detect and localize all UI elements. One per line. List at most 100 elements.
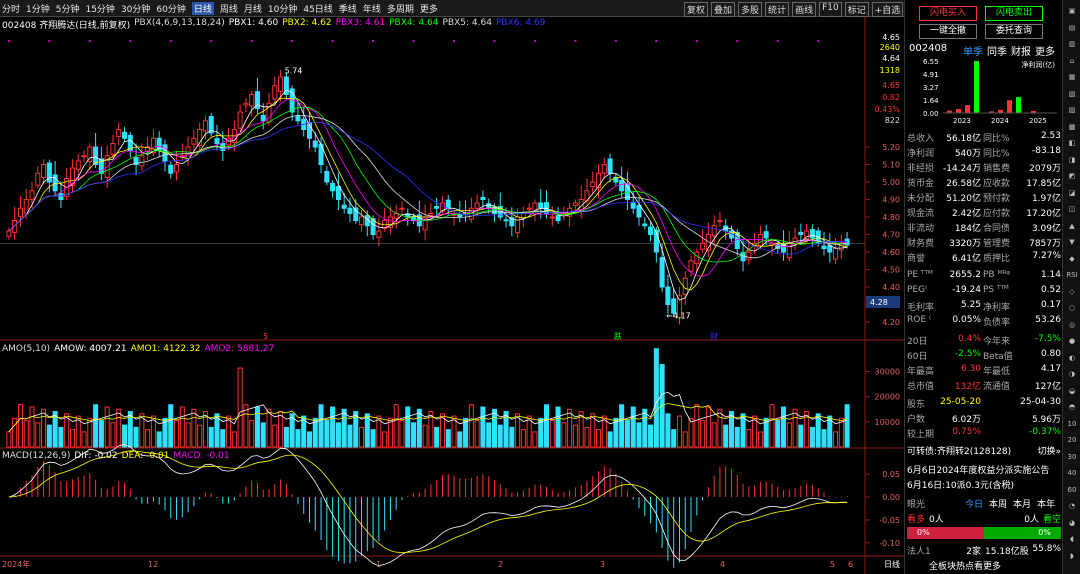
amo-bar bbox=[434, 426, 440, 448]
side-tool-31[interactable]: ◕ bbox=[1065, 516, 1079, 530]
side-tool-27[interactable]: 30 bbox=[1065, 450, 1079, 464]
period-tab-1[interactable]: 1分钟 bbox=[26, 2, 50, 15]
cancel-all-button[interactable]: 一键全撤 bbox=[919, 24, 977, 39]
side-tool-11[interactable]: ◪ bbox=[1065, 186, 1079, 200]
side-tool-0[interactable]: ▣ bbox=[1065, 4, 1079, 18]
vote-bull-label[interactable]: 看多 bbox=[907, 512, 925, 525]
side-tool-24[interactable]: ◓ bbox=[1065, 400, 1079, 414]
fin-tab-1[interactable]: 同季 bbox=[987, 43, 1007, 58]
period-tab-5[interactable]: 60分钟 bbox=[156, 2, 185, 15]
candle-body bbox=[809, 229, 815, 239]
candle-body bbox=[17, 207, 23, 217]
side-tool-33[interactable]: ◗ bbox=[1065, 549, 1079, 563]
amo-bar bbox=[41, 408, 47, 448]
period-tab-6[interactable]: 日线 bbox=[191, 1, 214, 15]
hot-sector-link[interactable]: 全板块热点看更多 bbox=[929, 559, 1001, 572]
fin-row-3-cell-2: 应收款 bbox=[983, 179, 1011, 189]
candle-body bbox=[214, 138, 220, 144]
candle-body bbox=[324, 171, 330, 183]
pbx-label: PBX(4,6,9,13,18,24) bbox=[134, 18, 225, 28]
lens-tab-1[interactable]: 本周 bbox=[989, 497, 1007, 510]
chart-area[interactable]: 5.205.105.004.904.804.704.604.504.404.30… bbox=[0, 17, 904, 574]
fin-tab-0[interactable]: 单季 bbox=[963, 43, 983, 58]
order-query-button[interactable]: 委托查询 bbox=[985, 24, 1043, 39]
tool-button-7[interactable]: +自选 bbox=[871, 2, 904, 17]
lens-tab-0[interactable]: 今日 bbox=[965, 497, 983, 510]
period-tab-12[interactable]: 年线 bbox=[363, 2, 381, 15]
side-tool-15[interactable]: ◆ bbox=[1065, 252, 1079, 266]
period-tab-2[interactable]: 5分钟 bbox=[56, 2, 80, 15]
tool-button-4[interactable]: 画线 bbox=[792, 2, 817, 17]
tool-button-0[interactable]: 复权 bbox=[684, 2, 709, 17]
amo-bar bbox=[399, 420, 405, 448]
side-tool-28[interactable]: 40 bbox=[1065, 466, 1079, 480]
candle-body bbox=[6, 230, 12, 237]
news-item-1[interactable]: 6月16日:10派0.3元(含税) bbox=[907, 478, 1061, 493]
side-tool-26[interactable]: 20 bbox=[1065, 433, 1079, 447]
side-tool-19[interactable]: ◎ bbox=[1065, 318, 1079, 332]
tool-button-1[interactable]: 叠加 bbox=[711, 2, 736, 17]
period-tab-11[interactable]: 季线 bbox=[339, 2, 357, 15]
ma-line-1 bbox=[8, 89, 848, 301]
period-tab-3[interactable]: 15分钟 bbox=[85, 2, 114, 15]
tool-button-2[interactable]: 多股 bbox=[738, 2, 763, 17]
amo-bar bbox=[249, 420, 255, 448]
period-tab-9[interactable]: 10分钟 bbox=[268, 2, 297, 15]
lens-tab-2[interactable]: 本月 bbox=[1013, 497, 1031, 510]
period-tab-10[interactable]: 45日线 bbox=[303, 2, 332, 15]
side-tool-4[interactable]: ▦ bbox=[1065, 70, 1079, 84]
period-tab-7[interactable]: 周线 bbox=[220, 2, 238, 15]
side-tool-7[interactable]: ▩ bbox=[1065, 120, 1079, 134]
tool-button-6[interactable]: 标记 bbox=[844, 2, 869, 17]
side-tool-16[interactable]: RSI bbox=[1065, 268, 1079, 282]
flash-sell-button[interactable]: 闪电卖出 bbox=[985, 6, 1043, 21]
side-tool-22[interactable]: ◑ bbox=[1065, 367, 1079, 381]
side-tool-9[interactable]: ◨ bbox=[1065, 153, 1079, 167]
top-marker bbox=[412, 40, 415, 42]
fin-tab-3[interactable]: 更多 bbox=[1035, 43, 1055, 58]
top-marker bbox=[614, 40, 617, 42]
flash-buy-button[interactable]: 闪电买入 bbox=[919, 6, 977, 21]
side-tool-2[interactable]: ▥ bbox=[1065, 37, 1079, 51]
fin-tab-2[interactable]: 财报 bbox=[1011, 43, 1031, 58]
side-tool-14[interactable]: ▼ bbox=[1065, 235, 1079, 249]
amo-amo2: AMO2: 5881.27 bbox=[204, 344, 275, 354]
amo-bar bbox=[179, 406, 185, 448]
side-tool-18[interactable]: ○ bbox=[1065, 301, 1079, 315]
period-tab-14[interactable]: 更多 bbox=[420, 2, 438, 15]
period-tab-0[interactable]: 分时 bbox=[2, 2, 20, 15]
side-tool-20[interactable]: ● bbox=[1065, 334, 1079, 348]
lens-tab-3[interactable]: 本年 bbox=[1037, 497, 1055, 510]
vote-bear-label[interactable]: 看空 bbox=[1043, 512, 1061, 525]
side-tool-6[interactable]: ▨ bbox=[1065, 103, 1079, 117]
side-tool-25[interactable]: 10 bbox=[1065, 417, 1079, 431]
side-tool-17[interactable]: ◇ bbox=[1065, 285, 1079, 299]
side-tool-3[interactable]: ⌂ bbox=[1065, 54, 1079, 68]
amo-bar bbox=[561, 422, 567, 448]
side-tool-29[interactable]: 60 bbox=[1065, 483, 1079, 497]
period-tab-8[interactable]: 月线 bbox=[244, 2, 262, 15]
bond-switch[interactable]: 切换» bbox=[1037, 444, 1061, 457]
convertible-bond[interactable]: 可转债:齐翔转2(128128) 切换» bbox=[907, 444, 1061, 459]
candle-body bbox=[503, 219, 509, 222]
side-tool-30[interactable]: ◔ bbox=[1065, 499, 1079, 513]
side-tool-10[interactable]: ◩ bbox=[1065, 169, 1079, 183]
side-tool-5[interactable]: ▧ bbox=[1065, 87, 1079, 101]
candle-body bbox=[746, 251, 752, 260]
holders-header: 股东 25-05-20 25-04-30 bbox=[907, 397, 1061, 412]
tool-button-5[interactable]: F10 bbox=[819, 2, 842, 17]
period-tab-4[interactable]: 30分钟 bbox=[121, 2, 150, 15]
candle-body bbox=[29, 190, 35, 200]
side-tool-13[interactable]: ▲ bbox=[1065, 219, 1079, 233]
tool-button-3[interactable]: 统计 bbox=[765, 2, 790, 17]
period-tab-13[interactable]: 多周期 bbox=[387, 2, 414, 15]
side-tool-1[interactable]: ▤ bbox=[1065, 21, 1079, 35]
amo-bar bbox=[23, 420, 29, 448]
side-tool-32[interactable]: ◖ bbox=[1065, 532, 1079, 546]
news-item-0[interactable]: 6月6日2024年度权益分派实施公告 bbox=[907, 463, 1061, 478]
side-tool-23[interactable]: ◒ bbox=[1065, 384, 1079, 398]
pbx5: PBX5: 4.64 bbox=[442, 18, 492, 28]
side-tool-21[interactable]: ◐ bbox=[1065, 351, 1079, 365]
side-tool-8[interactable]: ◧ bbox=[1065, 136, 1079, 150]
side-tool-12[interactable]: ◫ bbox=[1065, 202, 1079, 216]
